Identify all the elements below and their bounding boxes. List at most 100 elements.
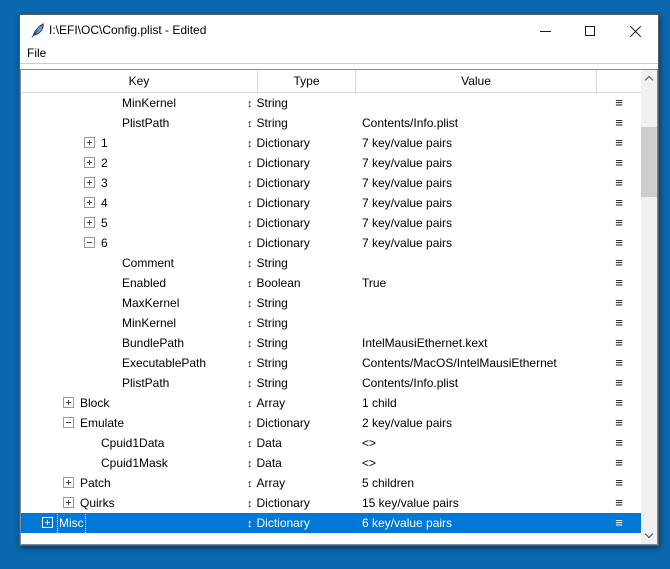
- value-cell[interactable]: 2 key/value pairs: [362, 413, 452, 433]
- type-cell[interactable]: ↕ Dictionary: [247, 193, 310, 214]
- drag-handle-icon[interactable]: ≡: [611, 153, 627, 173]
- value-cell[interactable]: <>: [362, 433, 376, 453]
- drag-handle-icon[interactable]: ≡: [611, 113, 627, 133]
- drag-handle-icon[interactable]: ≡: [611, 493, 627, 513]
- type-cell[interactable]: ↕ String: [247, 93, 288, 114]
- type-cell[interactable]: ↕ String: [247, 353, 288, 374]
- drag-handle-icon[interactable]: ≡: [611, 353, 627, 373]
- type-cell[interactable]: ↕ Dictionary: [247, 173, 310, 194]
- drag-handle-icon[interactable]: ≡: [611, 433, 627, 453]
- tree-row[interactable]: PlistPath ↕ String Contents/Info.plist ≡: [21, 373, 641, 393]
- type-cell[interactable]: ↕ Array: [247, 393, 285, 414]
- drag-handle-icon[interactable]: ≡: [611, 213, 627, 233]
- value-cell[interactable]: Contents/Info.plist: [362, 373, 458, 393]
- drag-handle-icon[interactable]: ≡: [611, 413, 627, 433]
- tree-row[interactable]: MaxKernel ↕ String ≡: [21, 293, 641, 313]
- tree-row[interactable]: Misc ↕ Dictionary 6 key/value pairs ≡: [21, 511, 641, 535]
- type-cell[interactable]: ↕ Dictionary: [247, 493, 310, 514]
- tree-row[interactable]: Patch ↕ Array 5 children ≡: [21, 473, 641, 493]
- drag-handle-icon[interactable]: ≡: [611, 373, 627, 393]
- value-cell[interactable]: 7 key/value pairs: [362, 193, 452, 213]
- column-header-menu[interactable]: [597, 70, 642, 92]
- minimize-button[interactable]: [523, 15, 568, 45]
- drag-handle-icon[interactable]: ≡: [611, 233, 627, 253]
- drag-handle-icon[interactable]: ≡: [611, 173, 627, 193]
- maximize-button[interactable]: [568, 15, 613, 45]
- column-header-type[interactable]: Type: [258, 70, 356, 92]
- tree-row[interactable]: PlistPath ↕ String Contents/Info.plist ≡: [21, 113, 641, 133]
- type-cell[interactable]: ↕ String: [247, 313, 288, 334]
- tree-row[interactable]: 1 ↕ Dictionary 7 key/value pairs ≡: [21, 133, 641, 153]
- tree-row[interactable]: 3 ↕ Dictionary 7 key/value pairs ≡: [21, 173, 641, 193]
- type-cell[interactable]: ↕ String: [247, 113, 288, 134]
- type-cell[interactable]: ↕ String: [247, 253, 288, 274]
- drag-handle-icon[interactable]: ≡: [611, 253, 627, 273]
- expander-icon[interactable]: [84, 177, 95, 188]
- expander-icon[interactable]: [63, 497, 74, 508]
- expander-icon[interactable]: [84, 157, 95, 168]
- value-cell[interactable]: 1 child: [362, 393, 397, 413]
- tree-row[interactable]: Emulate ↕ Dictionary 2 key/value pairs ≡: [21, 413, 641, 433]
- tree-row[interactable]: MinKernel ↕ String ≡: [21, 313, 641, 333]
- tree-row[interactable]: Enabled ↕ Boolean True ≡: [21, 273, 641, 293]
- drag-handle-icon[interactable]: ≡: [611, 513, 627, 533]
- value-cell[interactable]: <>: [362, 453, 376, 473]
- drag-handle-icon[interactable]: ≡: [611, 313, 627, 333]
- tree-row[interactable]: Cpuid1Data ↕ Data <> ≡: [21, 433, 641, 453]
- type-cell[interactable]: ↕ String: [247, 333, 288, 354]
- tree-row[interactable]: 4 ↕ Dictionary 7 key/value pairs ≡: [21, 193, 641, 213]
- value-cell[interactable]: 7 key/value pairs: [362, 133, 452, 153]
- type-cell[interactable]: ↕ Data: [247, 433, 282, 454]
- tree-row[interactable]: 5 ↕ Dictionary 7 key/value pairs ≡: [21, 213, 641, 233]
- expander-icon[interactable]: [63, 477, 74, 488]
- type-cell[interactable]: ↕ Data: [247, 453, 282, 474]
- vertical-scrollbar[interactable]: [641, 70, 657, 544]
- type-cell[interactable]: ↕ Dictionary: [247, 233, 310, 254]
- column-header-key[interactable]: Key: [21, 70, 258, 92]
- value-cell[interactable]: True: [362, 273, 386, 293]
- expander-icon[interactable]: [84, 217, 95, 228]
- tree-row[interactable]: Cpuid1Mask ↕ Data <> ≡: [21, 453, 641, 473]
- type-cell[interactable]: ↕ Dictionary: [247, 513, 310, 534]
- expander-icon[interactable]: [84, 237, 95, 248]
- drag-handle-icon[interactable]: ≡: [611, 393, 627, 413]
- type-cell[interactable]: ↕ String: [247, 373, 288, 394]
- drag-handle-icon[interactable]: ≡: [611, 133, 627, 153]
- expander-icon[interactable]: [42, 517, 53, 528]
- value-cell[interactable]: 7 key/value pairs: [362, 153, 452, 173]
- expander-icon[interactable]: [63, 417, 74, 428]
- value-cell[interactable]: IntelMausiEthernet.kext: [362, 333, 487, 353]
- drag-handle-icon[interactable]: ≡: [611, 453, 627, 473]
- column-header-value[interactable]: Value: [356, 70, 597, 92]
- tree-row[interactable]: Quirks ↕ Dictionary 15 key/value pairs ≡: [21, 493, 641, 513]
- value-cell[interactable]: 7 key/value pairs: [362, 213, 452, 233]
- tree-row[interactable]: Comment ↕ String ≡: [21, 253, 641, 273]
- type-cell[interactable]: ↕ Array: [247, 473, 285, 494]
- value-cell[interactable]: 7 key/value pairs: [362, 173, 452, 193]
- type-cell[interactable]: ↕ Dictionary: [247, 153, 310, 174]
- value-cell[interactable]: 5 children: [362, 473, 414, 493]
- close-button[interactable]: [613, 15, 658, 45]
- value-cell[interactable]: Contents/Info.plist: [362, 113, 458, 133]
- drag-handle-icon[interactable]: ≡: [611, 93, 627, 113]
- tree-row[interactable]: BundlePath ↕ String IntelMausiEthernet.ke…: [21, 333, 641, 353]
- value-cell[interactable]: Contents/MacOS/IntelMausiEthernet: [362, 353, 557, 373]
- expander-icon[interactable]: [84, 137, 95, 148]
- titlebar[interactable]: I:\EFI\OC\Config.plist - Edited: [20, 15, 658, 45]
- drag-handle-icon[interactable]: ≡: [611, 193, 627, 213]
- type-cell[interactable]: ↕ Boolean: [247, 273, 301, 294]
- type-cell[interactable]: ↕ String: [247, 293, 288, 314]
- type-cell[interactable]: ↕ Dictionary: [247, 213, 310, 234]
- type-cell[interactable]: ↕ Dictionary: [247, 413, 310, 434]
- scroll-thumb[interactable]: [641, 127, 657, 197]
- drag-handle-icon[interactable]: ≡: [611, 473, 627, 493]
- tree-row[interactable]: Block ↕ Array 1 child ≡: [21, 393, 641, 413]
- drag-handle-icon[interactable]: ≡: [611, 273, 627, 293]
- scroll-up-button[interactable]: [641, 70, 657, 87]
- menu-item-file[interactable]: File: [20, 45, 53, 63]
- expander-icon[interactable]: [84, 197, 95, 208]
- drag-handle-icon[interactable]: ≡: [611, 293, 627, 313]
- tree-row[interactable]: ExecutablePath ↕ String Contents/MacOS/In…: [21, 353, 641, 373]
- tree-row[interactable]: 6 ↕ Dictionary 7 key/value pairs ≡: [21, 233, 641, 253]
- type-cell[interactable]: ↕ Dictionary: [247, 133, 310, 154]
